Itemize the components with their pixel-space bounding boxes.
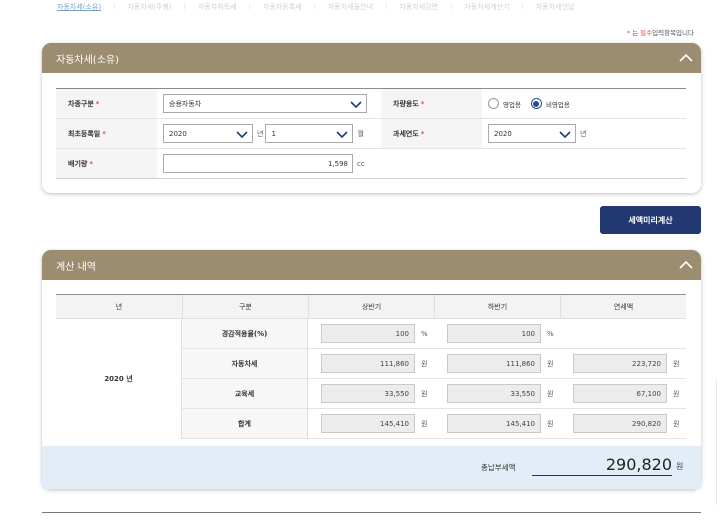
- tab-strip: 자동차세(소유) | 자동차세(주행) | 자동차취득세 | 자동차등록세 | 자동차세율안내 |…: [55, 2, 728, 16]
- displacement-unit: cc: [357, 159, 365, 168]
- scroll-edge: [716, 380, 726, 505]
- tab-item[interactable]: 자동차취득세: [196, 2, 239, 16]
- tab-item[interactable]: 자동차세율안내: [326, 2, 375, 16]
- tab-separator: |: [113, 2, 116, 10]
- result-table: 년 구분 상반기 하반기 연세액 2020 년 경감적용율(%) 100% 100%…: [56, 294, 686, 439]
- required-note-prefix: 는: [632, 29, 639, 37]
- tab-separator: |: [183, 2, 186, 10]
- first-value-field: 145,410: [321, 414, 415, 433]
- value-unit: %: [547, 329, 554, 338]
- row-kind: 합계: [182, 409, 308, 438]
- chevron-down-icon: [559, 131, 571, 139]
- value-unit: 원: [673, 389, 680, 398]
- required-star: *: [626, 29, 631, 37]
- second-value-field: 111,860: [447, 354, 541, 373]
- total-label: 총납부세액: [481, 463, 516, 472]
- value-unit: 원: [421, 359, 428, 368]
- tab-separator: |: [385, 2, 388, 10]
- first-registration-label: 최초등록일 *: [56, 119, 157, 148]
- tab-item[interactable]: 자동차세(소유): [55, 2, 103, 16]
- value-unit: 원: [421, 419, 428, 428]
- result-card-title: 계산 내역: [56, 261, 96, 273]
- tab-item[interactable]: 자동차세계산기: [462, 2, 511, 16]
- total-underline: [532, 475, 672, 476]
- bottom-divider: [42, 512, 701, 513]
- chevron-down-icon: [236, 131, 248, 139]
- ownership-card-title: 자동차세(소유): [56, 54, 120, 66]
- col-kind: 구분: [183, 295, 309, 318]
- tax-year-label: 과세연도 *: [381, 119, 482, 148]
- radio-unchecked-icon: [488, 98, 499, 109]
- second-value-field: 33,550: [447, 384, 541, 403]
- table-row: 경감적용율(%) 100% 100%: [182, 319, 686, 349]
- displacement-input[interactable]: 1,598: [163, 154, 353, 173]
- annual-value-field: 67,100: [573, 384, 667, 403]
- tab-item[interactable]: 자동차등록세: [261, 2, 304, 16]
- first-value-field: 111,860: [321, 354, 415, 373]
- value-unit: 원: [421, 389, 428, 398]
- second-value-field: 145,410: [447, 414, 541, 433]
- collapse-toggle-icon[interactable]: [671, 250, 701, 280]
- total-value: 290,820: [605, 455, 672, 474]
- tab-item[interactable]: 자동차세연납: [534, 2, 577, 16]
- usage-label: 차량용도 *: [381, 89, 482, 118]
- annual-value-field: 223,720: [573, 354, 667, 373]
- col-second-half: 하반기: [435, 295, 561, 318]
- table-row: 자동차세 111,860 원 111,860 원 223,720 원: [182, 349, 686, 379]
- required-note-emphasis: 필수: [640, 29, 653, 37]
- second-value-field: 100: [447, 324, 541, 343]
- vehicle-type-select[interactable]: 승용자동차: [163, 94, 367, 113]
- row-kind: 자동차세: [182, 349, 308, 378]
- year-unit: 년: [257, 129, 264, 138]
- result-card-header[interactable]: 계산 내역: [42, 250, 701, 280]
- first-value-field: 33,550: [321, 384, 415, 403]
- required-note-suffix: 입력항목입니다: [652, 29, 694, 37]
- value-unit: 원: [673, 419, 680, 428]
- tab-separator: |: [521, 2, 524, 10]
- usage-radio-nonbusiness[interactable]: 비영업용: [530, 98, 570, 109]
- chevron-down-icon: [350, 101, 362, 109]
- tab-separator: |: [313, 2, 316, 10]
- value-unit: %: [421, 329, 428, 338]
- tax-year-unit: 년: [580, 129, 587, 138]
- table-row: 합계 145,410 원 145,410 원 290,820 원: [182, 409, 686, 439]
- registration-month-select[interactable]: 1: [265, 124, 354, 143]
- value-unit: 원: [547, 419, 554, 428]
- table-row: 교육세 33,550 원 33,550 원 67,100 원: [182, 379, 686, 409]
- tab-separator: |: [450, 2, 453, 10]
- result-table-header: 년 구분 상반기 하반기 연세액: [56, 295, 686, 319]
- required-note: * 는 필수입력항목입니다: [627, 27, 694, 37]
- row-kind: 경감적용율(%): [182, 319, 308, 348]
- registration-year-select[interactable]: 2020: [163, 124, 253, 143]
- radio-checked-icon: [530, 98, 542, 109]
- month-unit: 월: [357, 129, 364, 138]
- value-unit: 원: [547, 359, 554, 368]
- annual-value-field: 290,820: [573, 414, 667, 433]
- col-first-half: 상반기: [309, 295, 435, 318]
- value-unit: 원: [547, 389, 554, 398]
- tab-separator: |: [248, 2, 251, 10]
- tab-item[interactable]: 자동차세(주행): [125, 2, 173, 16]
- col-year: 년: [56, 295, 183, 318]
- ownership-card-header[interactable]: 자동차세(소유): [42, 43, 701, 73]
- value-unit: 원: [673, 359, 680, 368]
- displacement-label: 배기량 *: [56, 149, 157, 178]
- total-unit: 원: [676, 462, 684, 471]
- collapse-toggle-icon[interactable]: [671, 43, 701, 73]
- chevron-down-icon: [336, 131, 349, 139]
- tax-year-select[interactable]: 2020: [488, 124, 576, 143]
- ownership-form: 차종구분 * 승용자동차 차량용도 * 영업용 비영업용 최초등록일 * 2020 년…: [56, 88, 686, 179]
- usage-radio-business[interactable]: 영업용: [488, 98, 521, 109]
- row-kind: 교육세: [182, 379, 308, 408]
- vehicle-type-label: 차종구분 *: [56, 89, 157, 118]
- year-cell: 2020 년: [56, 319, 182, 439]
- col-annual: 연세액: [613, 302, 634, 311]
- calculate-tax-button[interactable]: 세액미리계산: [600, 206, 701, 234]
- first-value-field: 100: [321, 324, 415, 343]
- tab-item[interactable]: 자동차세감면: [397, 2, 440, 16]
